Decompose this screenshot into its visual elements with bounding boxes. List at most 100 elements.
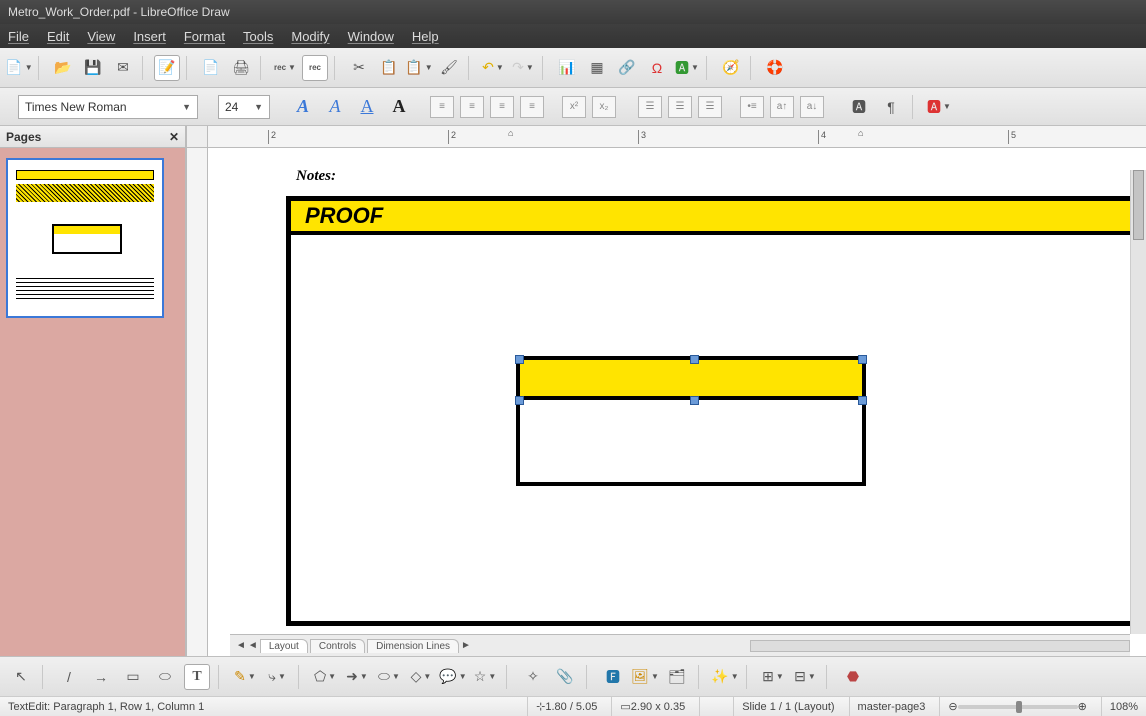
linespacing-15-button[interactable]: ☰ xyxy=(668,96,692,118)
copy-button[interactable]: 📋 xyxy=(376,55,402,81)
superscript-button[interactable]: x² xyxy=(562,96,586,118)
underline-button[interactable]: A xyxy=(354,94,380,120)
flowchart-button[interactable]: ◇▼ xyxy=(408,664,434,690)
select-tool-button[interactable]: ↖ xyxy=(8,664,34,690)
extrusion-button[interactable]: ⬣ xyxy=(840,664,866,690)
zoom-slider[interactable] xyxy=(958,705,1078,709)
line-tool-button[interactable]: / xyxy=(56,664,82,690)
fontwork-gallery-button[interactable]: 🅵 xyxy=(600,664,626,690)
status-master[interactable]: master-page3 xyxy=(849,697,926,716)
menu-tools[interactable]: Tools xyxy=(243,29,273,44)
resize-handle-ne[interactable] xyxy=(858,355,867,364)
rectangle-tool-button[interactable]: ▭ xyxy=(120,664,146,690)
open-button[interactable]: 📂 xyxy=(50,55,76,81)
resize-handle-n[interactable] xyxy=(690,355,699,364)
special-char-button[interactable]: Ω xyxy=(644,55,670,81)
linespacing-1-button[interactable]: ☰ xyxy=(638,96,662,118)
paste-button[interactable]: 📋▼ xyxy=(406,55,432,81)
paragraph-dialog-button[interactable]: ¶ xyxy=(878,94,904,120)
text-tool-button[interactable]: T xyxy=(184,664,210,690)
alignment-button[interactable]: ⊞▼ xyxy=(760,664,786,690)
resize-handle-nw[interactable] xyxy=(515,355,524,364)
increase-font-button[interactable]: a↑ xyxy=(770,96,794,118)
basic-shapes-button[interactable]: ⬠▼ xyxy=(312,664,338,690)
arrow-tool-button[interactable]: → xyxy=(88,664,114,690)
macro-rec2-button[interactable]: rec xyxy=(302,55,328,81)
stars-button[interactable]: ☆▼ xyxy=(472,664,498,690)
gallery-button[interactable]: 🗂 xyxy=(664,664,690,690)
font-color-button[interactable]: 🅰▼ xyxy=(926,94,952,120)
hyperlink-button[interactable]: 🔗 xyxy=(614,55,640,81)
font-name-combo[interactable]: Times New Roman ▼ xyxy=(18,95,198,119)
glue-points-button[interactable]: 📎 xyxy=(552,664,578,690)
menu-format[interactable]: Format xyxy=(184,29,225,44)
zoom-out-icon[interactable]: ⊖ xyxy=(948,700,957,713)
selected-object[interactable] xyxy=(516,356,866,486)
cut-button[interactable]: ✂ xyxy=(346,55,372,81)
tab-dimension-lines[interactable]: Dimension Lines xyxy=(367,639,459,653)
horizontal-ruler[interactable]: 2 2 ⌂ 3 4 ⌂ 5 xyxy=(208,126,1146,148)
menu-view[interactable]: View xyxy=(87,29,115,44)
bold-button[interactable]: A xyxy=(290,94,316,120)
menu-window[interactable]: Window xyxy=(348,29,394,44)
status-zoom[interactable]: 108% xyxy=(1101,697,1138,716)
resize-handle-e[interactable] xyxy=(858,396,867,405)
tab-layout[interactable]: Layout xyxy=(260,639,308,653)
menu-modify[interactable]: Modify xyxy=(291,29,329,44)
menu-insert[interactable]: Insert xyxy=(133,29,166,44)
drawing-canvas[interactable]: Notes: PROOF xyxy=(208,148,1146,656)
symbol-shapes-button[interactable]: ➜▼ xyxy=(344,664,370,690)
zoom-in-icon[interactable]: ⊕ xyxy=(1078,700,1087,713)
from-file-button[interactable]: 🖼▼ xyxy=(632,664,658,690)
page-thumbnail[interactable] xyxy=(6,158,164,318)
edit-points-button[interactable]: ✧ xyxy=(520,664,546,690)
italic-button[interactable]: A xyxy=(322,94,348,120)
tab-nav-first[interactable]: ◄ xyxy=(236,640,246,651)
mail-button[interactable]: ✉ xyxy=(110,55,136,81)
save-button[interactable]: 💾 xyxy=(80,55,106,81)
decrease-font-button[interactable]: a↓ xyxy=(800,96,824,118)
edit-file-button[interactable]: 📝 xyxy=(154,55,180,81)
align-justify-button[interactable]: ≡ xyxy=(520,96,544,118)
macro-rec1-button[interactable]: rec▼ xyxy=(272,55,298,81)
vertical-scroll-thumb[interactable] xyxy=(1133,170,1144,240)
menu-help[interactable]: Help xyxy=(412,29,439,44)
navigator-button[interactable]: 🧭 xyxy=(718,55,744,81)
connector-tool-button[interactable]: ⤷▼ xyxy=(264,664,290,690)
horizontal-scrollbar[interactable] xyxy=(750,640,1130,652)
zoom-slider-thumb[interactable] xyxy=(1016,701,1022,713)
font-plain-button[interactable]: A xyxy=(386,94,412,120)
align-center-button[interactable]: ≡ xyxy=(460,96,484,118)
curve-tool-button[interactable]: ✎▼ xyxy=(232,664,258,690)
menu-file[interactable]: File xyxy=(8,29,29,44)
tab-controls[interactable]: Controls xyxy=(310,639,365,653)
arrange-button[interactable]: ⊟▼ xyxy=(792,664,818,690)
character-dialog-button[interactable]: 🅰 xyxy=(846,94,872,120)
callout-button[interactable]: 💬▼ xyxy=(440,664,466,690)
redo-button[interactable]: ↷▼ xyxy=(510,55,536,81)
subscript-button[interactable]: x₂ xyxy=(592,96,616,118)
new-button[interactable]: 📄▼ xyxy=(6,55,32,81)
menu-edit[interactable]: Edit xyxy=(47,29,69,44)
pages-panel-close-icon[interactable]: ✕ xyxy=(169,130,179,144)
align-left-button[interactable]: ≡ xyxy=(430,96,454,118)
block-arrows-button[interactable]: ⬭▼ xyxy=(376,664,402,690)
help-button[interactable]: 🛟 xyxy=(762,55,788,81)
table-button[interactable]: ▦ xyxy=(584,55,610,81)
bullets-button[interactable]: •≡ xyxy=(740,96,764,118)
linespacing-2-button[interactable]: ☰ xyxy=(698,96,722,118)
font-size-combo[interactable]: 24 ▼ xyxy=(218,95,270,119)
tab-nav-prev[interactable]: ◄ xyxy=(248,640,258,651)
undo-button[interactable]: ↶▼ xyxy=(480,55,506,81)
export-pdf-button[interactable]: 📄 xyxy=(198,55,224,81)
effects-button[interactable]: ✨▼ xyxy=(712,664,738,690)
tab-nav-next[interactable]: ► xyxy=(461,640,471,651)
resize-handle-c[interactable] xyxy=(690,396,699,405)
fontwork-button[interactable]: 🅰▼ xyxy=(674,55,700,81)
format-paintbrush-button[interactable]: 🖌 xyxy=(436,55,462,81)
vertical-scrollbar[interactable] xyxy=(1130,170,1146,634)
resize-handle-w[interactable] xyxy=(515,396,524,405)
vertical-ruler[interactable] xyxy=(186,126,208,656)
print-button[interactable]: 🖨 xyxy=(228,55,254,81)
chart-button[interactable]: 📊 xyxy=(554,55,580,81)
